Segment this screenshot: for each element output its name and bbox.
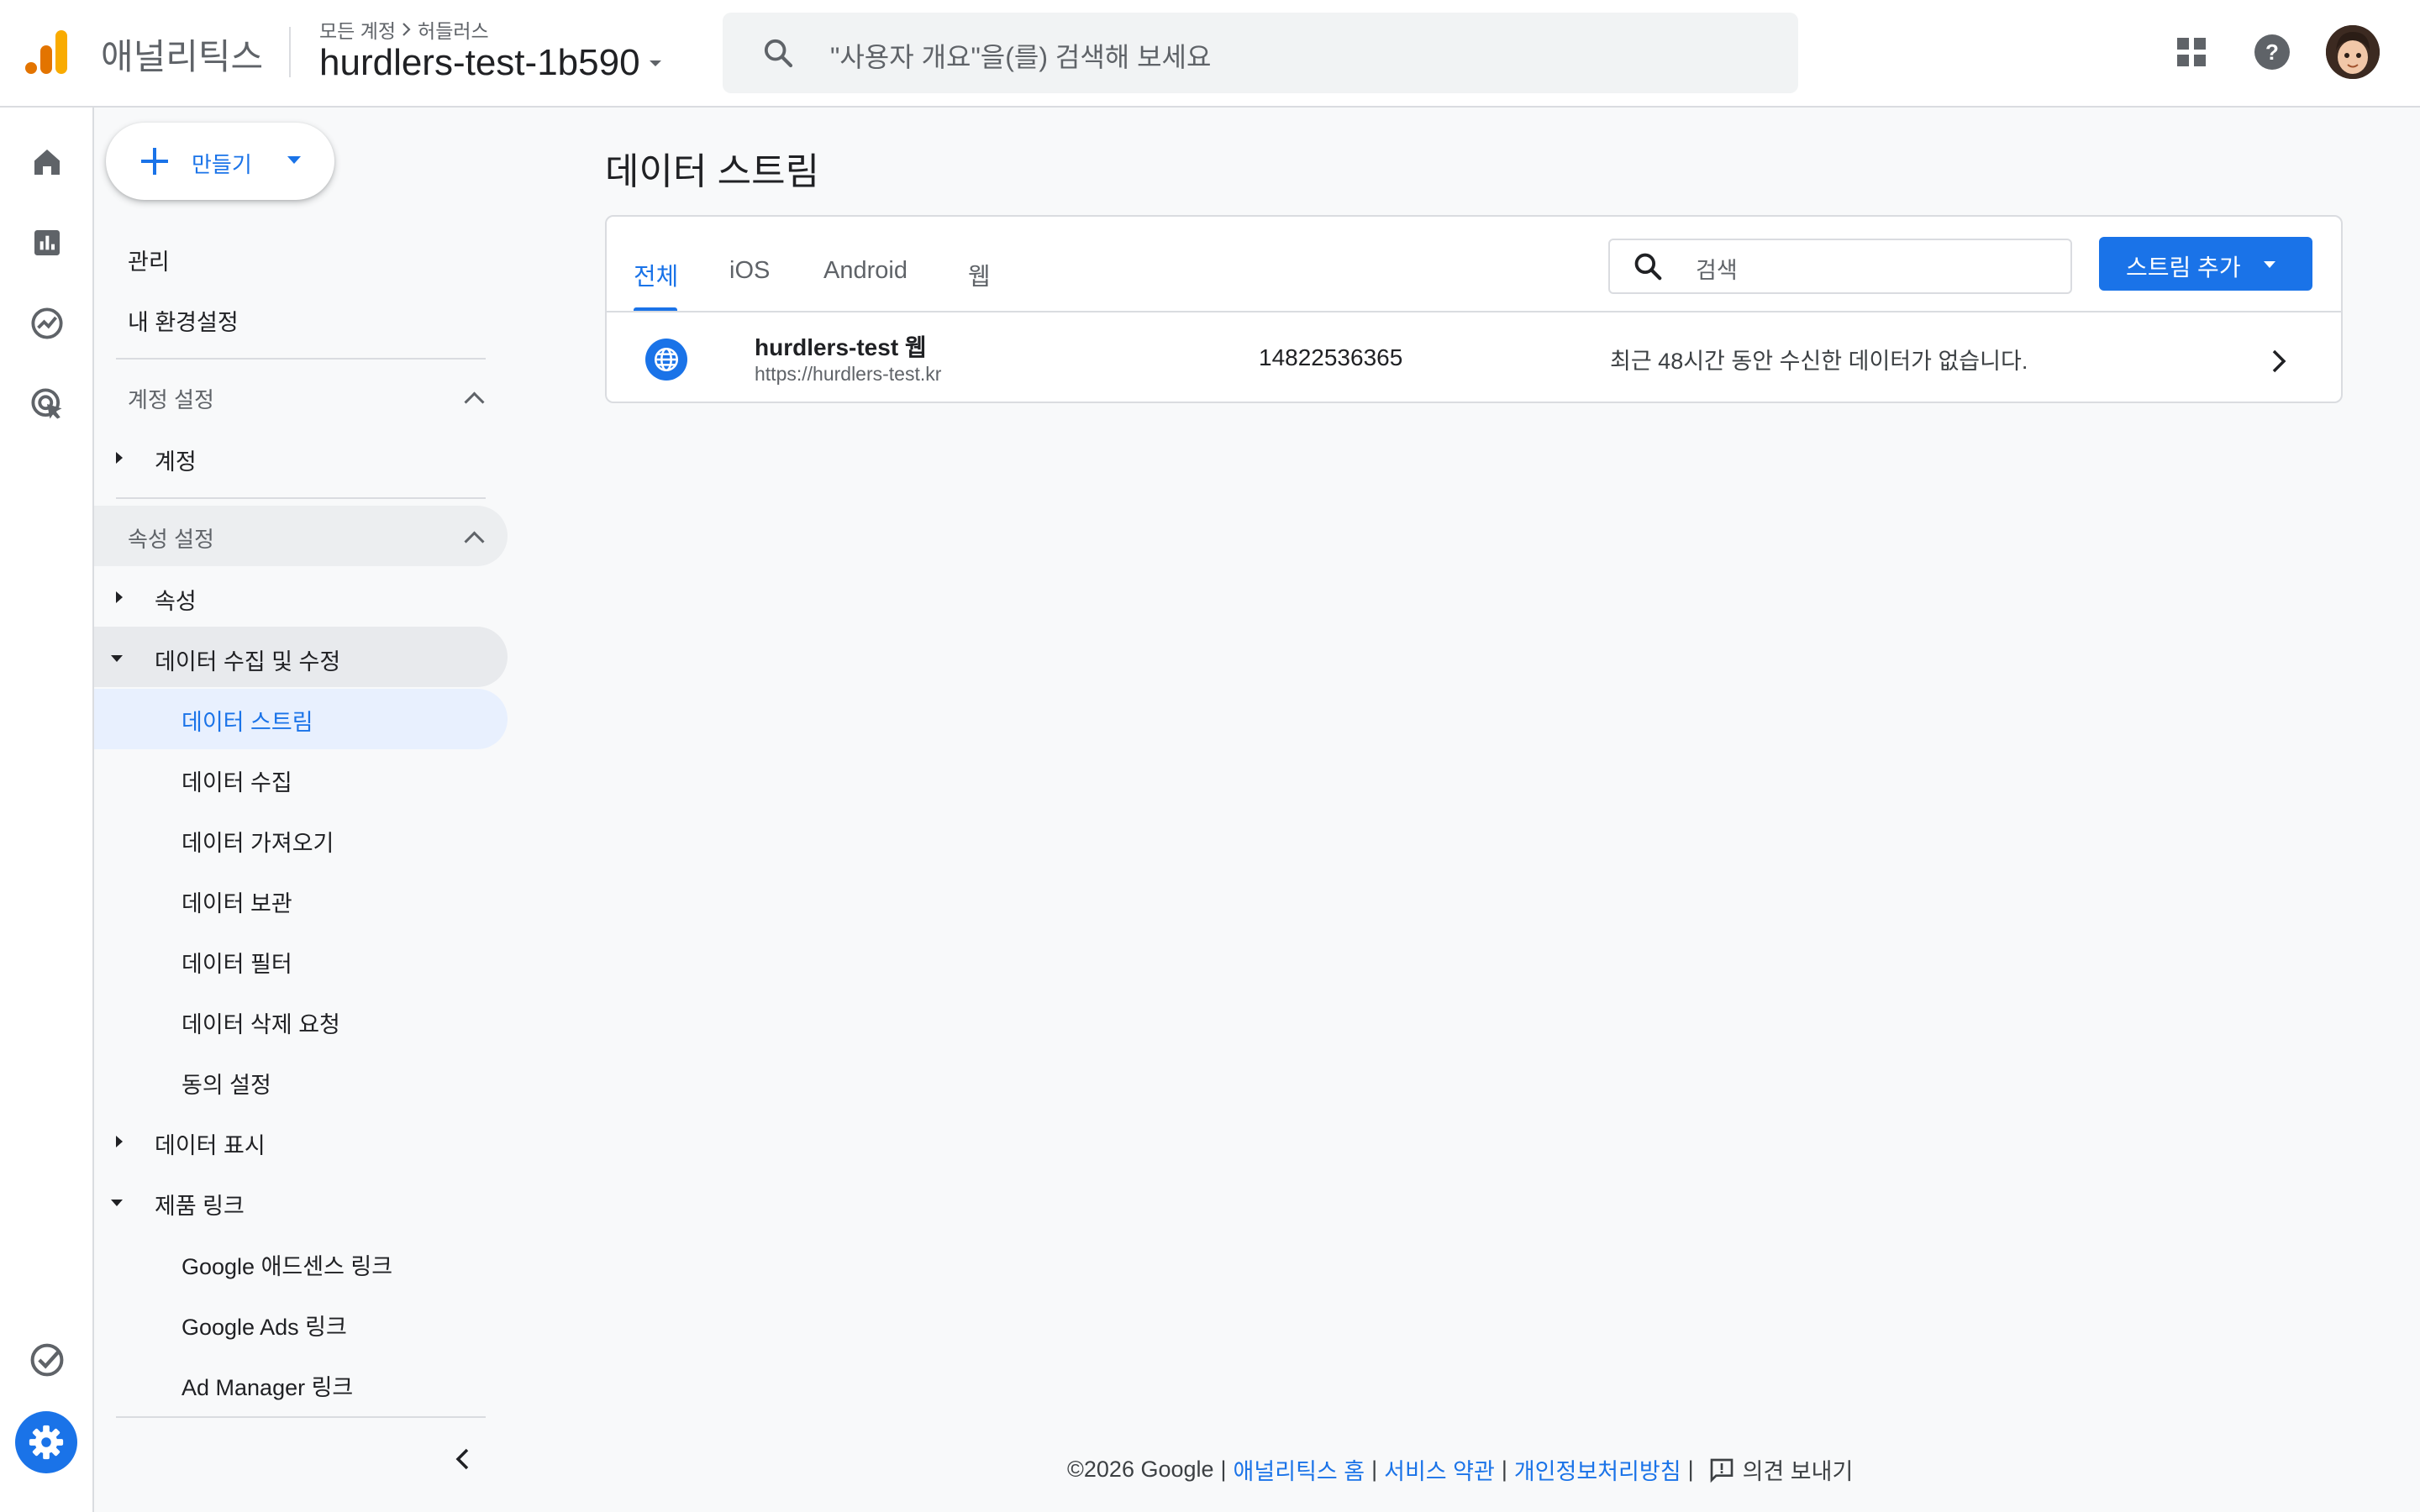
nav-account[interactable]: 계정 xyxy=(155,444,197,476)
tab-web[interactable]: 웹 xyxy=(968,257,991,292)
nav-divider xyxy=(116,358,486,360)
footer-analytics-home-link[interactable]: 애널리틱스 홈 xyxy=(1234,1453,1365,1486)
reports-icon[interactable] xyxy=(26,222,68,264)
nav-divider xyxy=(116,497,486,499)
footer-copyright: ©2026 Google xyxy=(1067,1457,1214,1482)
explore-icon[interactable] xyxy=(26,302,68,344)
nav-data-display[interactable]: 데이터 표시 xyxy=(155,1127,266,1160)
footer-privacy-link[interactable]: 개인정보처리방침 xyxy=(1514,1453,1681,1486)
collapse-arrow-icon[interactable] xyxy=(111,655,123,662)
nav-section-property-settings[interactable]: 속성 설정 xyxy=(128,522,214,554)
footer: ©2026 Google | 애널리틱스 홈 | 서비스 약관 | 개인정보처리… xyxy=(1067,1453,1853,1486)
nav-data-deletion-requests[interactable]: 데이터 삭제 요청 xyxy=(182,1006,340,1039)
header-divider xyxy=(289,27,291,77)
settings-gear-icon[interactable] xyxy=(15,1411,77,1473)
breadcrumb[interactable]: 모든 계정 허들러스 xyxy=(319,15,489,44)
tab-android[interactable]: Android xyxy=(823,257,908,285)
streams-card: 전체 iOS Android 웹 검색 스트림 추가 hurdlers-test… xyxy=(605,215,2343,403)
create-button-label: 만들기 xyxy=(192,152,252,177)
nav-data-retention[interactable]: 데이터 보관 xyxy=(182,885,292,918)
expand-arrow-icon[interactable] xyxy=(116,1136,123,1147)
web-globe-icon xyxy=(645,339,687,381)
nav-property[interactable]: 속성 xyxy=(155,583,197,616)
footer-separator: | xyxy=(1220,1457,1227,1482)
collapse-nav-chevron-icon[interactable] xyxy=(450,1446,476,1472)
breadcrumb-property[interactable]: 허들러스 xyxy=(418,15,489,44)
create-button[interactable]: 만들기 xyxy=(106,123,334,200)
nav-data-filters[interactable]: 데이터 필터 xyxy=(182,946,292,979)
breadcrumb-chevron-icon xyxy=(402,23,411,36)
collapse-arrow-icon[interactable] xyxy=(111,1200,123,1206)
card-divider xyxy=(607,311,2341,312)
plus-icon xyxy=(141,148,168,175)
advertising-icon[interactable] xyxy=(26,383,68,425)
footer-separator: | xyxy=(1371,1457,1378,1482)
nav-my-preferences[interactable]: 내 환경설정 xyxy=(128,304,239,337)
stream-search-placeholder: 검색 xyxy=(1696,258,1738,283)
stream-name: hurdlers-test 웹 xyxy=(755,334,927,360)
global-search-placeholder: "사용자 개요"을(를) 검색해 보세요 xyxy=(830,42,1212,72)
expand-arrow-icon[interactable] xyxy=(116,452,123,464)
chevron-right-icon[interactable] xyxy=(2269,348,2289,379)
stream-search-field[interactable]: 검색 xyxy=(1608,239,2072,294)
feedback-icon[interactable] xyxy=(1707,1457,1736,1483)
nav-data-streams[interactable]: 데이터 스트림 xyxy=(182,704,313,737)
nav-divider xyxy=(116,1416,486,1418)
expand-arrow-icon[interactable] xyxy=(116,591,123,603)
add-stream-button[interactable]: 스트림 추가 xyxy=(2099,237,2312,291)
nav-data-collection[interactable]: 데이터 수집 xyxy=(182,764,292,797)
tab-ios[interactable]: iOS xyxy=(729,257,770,285)
search-icon xyxy=(1632,250,1664,286)
stream-id: 14822536365 xyxy=(1259,344,1403,370)
nav-data-collection-modify[interactable]: 데이터 수집 및 수정 xyxy=(155,643,340,676)
footer-terms-link[interactable]: 서비스 약관 xyxy=(1384,1453,1495,1486)
analytics-logo-icon[interactable] xyxy=(25,29,71,76)
nav-product-links[interactable]: 제품 링크 xyxy=(155,1188,245,1221)
task-check-icon[interactable] xyxy=(26,1339,68,1381)
search-icon xyxy=(761,36,795,74)
footer-separator: | xyxy=(1687,1457,1694,1482)
global-search-bar[interactable]: "사용자 개요"을(를) 검색해 보세요 xyxy=(723,13,1798,93)
create-dropdown-caret-icon xyxy=(287,156,301,164)
property-title: hurdlers-test-1b590 xyxy=(319,42,640,83)
tab-all[interactable]: 전체 xyxy=(634,257,678,292)
stream-status: 최근 48시간 동안 수신한 데이터가 없습니다. xyxy=(1610,349,2028,374)
footer-separator: | xyxy=(1501,1457,1507,1482)
nav-google-ads-links[interactable]: Google Ads 링크 xyxy=(182,1309,347,1341)
add-stream-button-label: 스트림 추가 xyxy=(2126,255,2241,281)
property-selector[interactable]: hurdlers-test-1b590 xyxy=(319,42,664,84)
home-icon[interactable] xyxy=(26,141,68,183)
nav-data-import[interactable]: 데이터 가져오기 xyxy=(182,825,334,858)
nav-ad-manager-links[interactable]: Ad Manager 링크 xyxy=(182,1369,353,1402)
add-stream-dropdown-caret-icon xyxy=(2264,261,2275,268)
stream-url: https://hurdlers-test.kr xyxy=(755,363,942,385)
footer-feedback-link[interactable]: 의견 보내기 xyxy=(1743,1453,1854,1486)
nav-consent-settings[interactable]: 동의 설정 xyxy=(182,1067,271,1100)
breadcrumb-account[interactable]: 모든 계정 xyxy=(319,15,396,44)
nav-section-account-settings[interactable]: 계정 설정 xyxy=(128,383,214,414)
page-title: 데이터 스트림 xyxy=(605,151,820,192)
apps-grid-icon[interactable] xyxy=(2165,25,2218,79)
left-rail xyxy=(0,108,94,1512)
help-icon[interactable]: ? xyxy=(2245,25,2299,79)
svg-text:?: ? xyxy=(2265,39,2279,65)
property-dropdown-caret-icon xyxy=(649,60,661,66)
app-name: 애널리틱스 xyxy=(101,37,264,76)
nav-admin[interactable]: 관리 xyxy=(128,244,170,276)
top-app-bar: 애널리틱스 모든 계정 허들러스 hurdlers-test-1b590 "사용… xyxy=(0,0,2420,108)
nav-adsense-links[interactable]: Google 애드센스 링크 xyxy=(182,1248,392,1281)
account-avatar[interactable] xyxy=(2326,25,2380,79)
